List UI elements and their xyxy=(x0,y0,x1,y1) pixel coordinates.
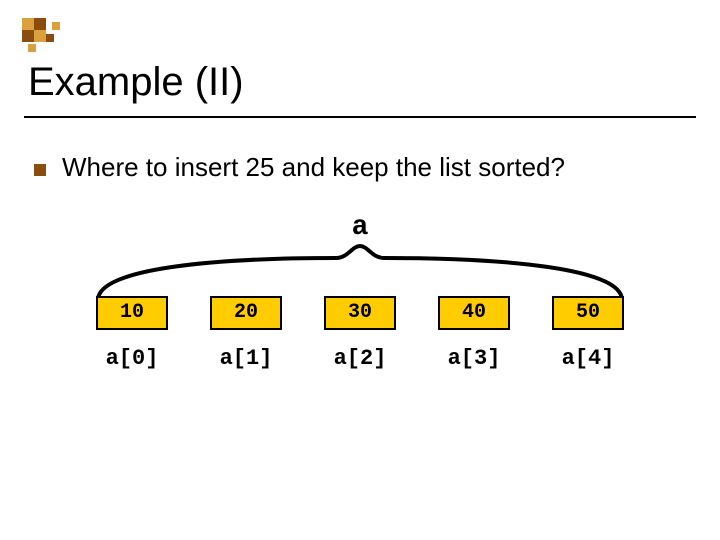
array-cells: 10 20 30 40 50 xyxy=(96,296,624,330)
array-index-label: a[2] xyxy=(324,346,396,371)
array-indices: a[0] a[1] a[2] a[3] a[4] xyxy=(96,346,624,371)
slide-title: Example (II) xyxy=(28,60,244,105)
title-underline xyxy=(24,116,696,118)
array-index-label: a[4] xyxy=(552,346,624,371)
array-index-label: a[3] xyxy=(438,346,510,371)
array-cell: 20 xyxy=(210,296,282,330)
array-cell: 50 xyxy=(552,296,624,330)
bullet-icon xyxy=(34,164,46,176)
array-name-label: a xyxy=(0,212,720,243)
bullet-text: Where to insert 25 and keep the list sor… xyxy=(62,152,565,183)
slide: Example (II) Where to insert 25 and keep… xyxy=(0,0,720,540)
corner-logo xyxy=(22,18,78,52)
array-cell: 10 xyxy=(96,296,168,330)
array-index-label: a[0] xyxy=(96,346,168,371)
array-brace xyxy=(96,244,624,304)
bullet-row: Where to insert 25 and keep the list sor… xyxy=(34,152,565,183)
brace-icon xyxy=(96,244,624,304)
array-cell: 40 xyxy=(438,296,510,330)
array-cell: 30 xyxy=(324,296,396,330)
array-index-label: a[1] xyxy=(210,346,282,371)
